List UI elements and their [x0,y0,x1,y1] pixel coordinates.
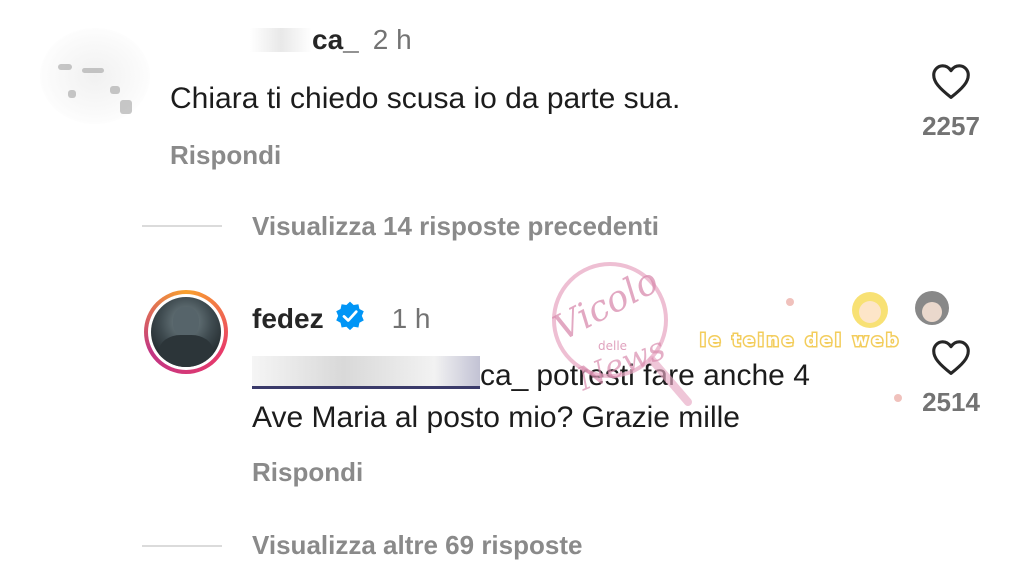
verified-badge-icon [335,301,364,331]
comment-text: Chiara ti chiedo scusa io da parte sua. [170,82,681,115]
watermark-subtitle: delle [598,339,627,353]
masked-username [250,28,312,52]
heart-icon[interactable] [930,62,972,100]
comment-text-line: Ave Maria al posto mio? Grazie mille [252,401,740,434]
like-block: 2257 [906,62,996,142]
comment-header: ca_ 2 h [250,24,412,56]
view-more-replies[interactable]: Visualizza altre 69 risposte [252,530,582,561]
thread-line [142,225,222,227]
thread-line [142,545,222,547]
comment-time: 1 h [391,303,431,334]
avatar [151,297,221,367]
comment-time: 2 h [372,24,412,55]
comment-header: fedez 1 h [252,300,431,335]
heart-icon[interactable] [930,338,972,376]
reply-button[interactable]: Rispondi [252,457,363,488]
username[interactable]: fedez [252,303,324,334]
like-count: 2514 [922,387,980,417]
comment-text-line: ca_ potresti fare anche 4 [252,355,810,397]
view-previous-replies[interactable]: Visualizza 14 risposte precedenti [252,211,659,242]
comment-text-part: potresti fare anche 4 [536,359,810,392]
blurred-avatar[interactable] [40,28,150,124]
watermark-banner: le teine del web [700,331,901,351]
masked-mention[interactable] [252,356,480,389]
watermark-title: Vicolo [547,262,665,349]
username-suffix[interactable]: ca_ [312,24,359,55]
reply-button[interactable]: Rispondi [170,140,281,171]
story-ring-avatar[interactable] [144,290,228,374]
mention-suffix[interactable]: ca_ [480,359,528,392]
like-block: 2514 [906,338,996,418]
like-count: 2257 [922,111,980,141]
